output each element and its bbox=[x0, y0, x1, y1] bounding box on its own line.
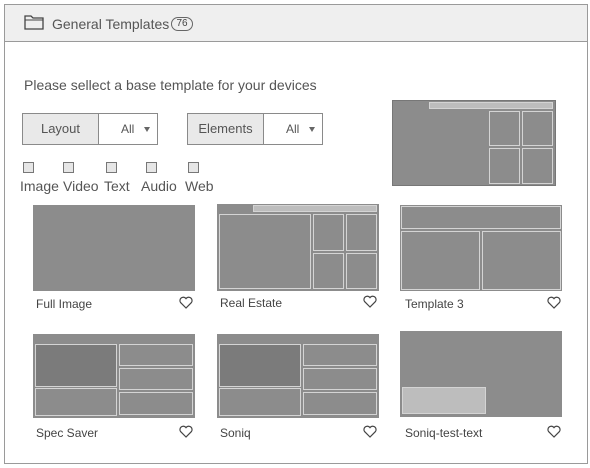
thumb-cell bbox=[313, 253, 344, 289]
elements-filter-label: Elements bbox=[188, 114, 264, 144]
caret-down-icon[interactable] bbox=[309, 127, 315, 132]
template-name: Soniq-test-text bbox=[405, 426, 483, 440]
thumb-cell bbox=[303, 368, 377, 390]
thumb-cell bbox=[219, 214, 311, 289]
preview-cell bbox=[522, 111, 553, 146]
heart-icon[interactable] bbox=[363, 425, 377, 438]
checkbox-label-video: Video bbox=[63, 178, 99, 194]
template-name: Spec Saver bbox=[36, 426, 99, 440]
layout-filter-value[interactable]: All bbox=[121, 114, 134, 144]
thumb-cell bbox=[401, 231, 480, 290]
thumb-top-bar bbox=[253, 205, 377, 212]
template-name: Real Estate bbox=[220, 296, 283, 310]
template-thumbnail-spec-saver[interactable] bbox=[33, 334, 195, 418]
preview-cell bbox=[522, 148, 553, 184]
thumb-cell bbox=[313, 214, 344, 251]
checkbox-label-audio: Audio bbox=[141, 178, 177, 194]
template-thumbnail-soniq[interactable] bbox=[217, 334, 379, 418]
elements-filter[interactable]: Elements All bbox=[187, 113, 323, 145]
template-thumbnail-template-3[interactable] bbox=[400, 205, 562, 291]
preview-cell bbox=[489, 111, 520, 146]
folder-icon bbox=[24, 15, 44, 30]
checkbox-label-web: Web bbox=[185, 178, 214, 194]
checkbox-video[interactable] bbox=[63, 162, 74, 173]
thumb-cell bbox=[219, 388, 301, 416]
layout-filter-label: Layout bbox=[23, 114, 99, 144]
heart-icon[interactable] bbox=[547, 425, 561, 438]
panel-header: General Templates 76 bbox=[5, 5, 587, 42]
heart-icon[interactable] bbox=[547, 296, 561, 309]
checkbox-audio[interactable] bbox=[146, 162, 157, 173]
thumb-cell bbox=[346, 253, 377, 289]
checkbox-image[interactable] bbox=[23, 162, 34, 173]
instruction-text: Please sellect a base template for your … bbox=[24, 77, 317, 93]
checkbox-text[interactable] bbox=[106, 162, 117, 173]
thumb-cell bbox=[119, 368, 193, 390]
thumb-cell bbox=[401, 206, 561, 229]
templates-panel: General Templates 76 Please sellect a ba… bbox=[4, 4, 588, 464]
checkbox-label-image: Image bbox=[20, 178, 59, 194]
thumb-cell bbox=[35, 388, 117, 416]
caret-down-icon[interactable] bbox=[144, 127, 150, 132]
elements-filter-value[interactable]: All bbox=[286, 114, 299, 144]
page-title: General Templates bbox=[52, 16, 170, 32]
thumb-cell bbox=[35, 344, 117, 387]
thumb-cell bbox=[303, 392, 377, 415]
template-thumbnail-real-estate[interactable] bbox=[217, 204, 379, 291]
thumb-cell bbox=[119, 392, 193, 415]
thumb-cell bbox=[119, 344, 193, 366]
heart-icon[interactable] bbox=[179, 296, 193, 309]
checkbox-web[interactable] bbox=[188, 162, 199, 173]
thumb-cell bbox=[482, 231, 561, 290]
heart-icon[interactable] bbox=[363, 295, 377, 308]
thumb-cell bbox=[219, 344, 301, 387]
thumb-cell bbox=[402, 387, 486, 414]
thumb-cell bbox=[346, 214, 377, 251]
preview-top-bar bbox=[429, 102, 553, 109]
template-count-badge: 76 bbox=[171, 17, 193, 31]
template-name: Template 3 bbox=[405, 297, 464, 311]
template-name: Soniq bbox=[220, 426, 251, 440]
layout-filter[interactable]: Layout All bbox=[22, 113, 158, 145]
template-thumbnail-soniq-test-text[interactable] bbox=[400, 331, 562, 417]
checkbox-label-text: Text bbox=[104, 178, 130, 194]
thumb-cell bbox=[303, 344, 377, 366]
template-thumbnail-full-image[interactable] bbox=[33, 205, 195, 291]
selected-template-preview bbox=[392, 100, 556, 186]
template-name: Full Image bbox=[36, 297, 93, 311]
heart-icon[interactable] bbox=[179, 425, 193, 438]
preview-cell bbox=[489, 148, 520, 184]
